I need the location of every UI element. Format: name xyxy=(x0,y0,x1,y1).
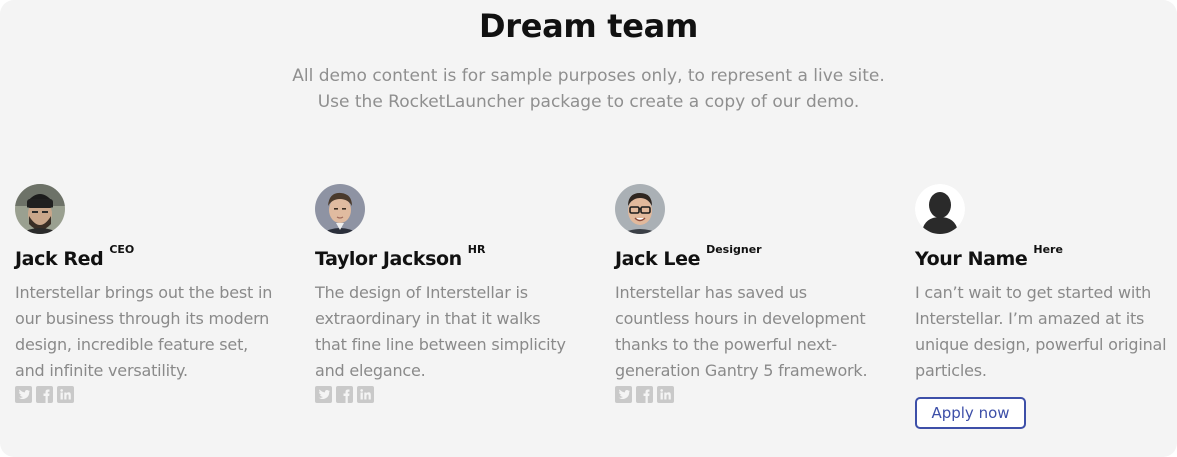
linkedin-icon[interactable] xyxy=(57,386,74,403)
avatar xyxy=(15,184,65,234)
section-subtitle: All demo content is for sample purposes … xyxy=(0,63,1177,115)
section-title: Dream team xyxy=(478,7,699,45)
subtitle-line-1: All demo content is for sample purposes … xyxy=(292,66,885,86)
facebook-icon[interactable] xyxy=(36,386,53,403)
social-links xyxy=(15,386,275,404)
subtitle-line-2: Use the RocketLauncher package to create… xyxy=(317,92,860,112)
member-description: Interstellar has saved us countless hour… xyxy=(615,283,868,380)
apply-now-button[interactable]: Apply now xyxy=(915,397,1026,429)
member-name: Your Name xyxy=(915,248,1028,270)
team-member-card: Jack Red CEO Interstellar brings out the … xyxy=(15,184,275,404)
team-member-card: Jack Lee Designer Interstellar has saved … xyxy=(615,184,875,404)
linkedin-icon[interactable] xyxy=(357,386,374,403)
member-role: Designer xyxy=(706,243,762,256)
team-member-card: Your Name Here I can’t wait to get starte… xyxy=(915,184,1175,429)
avatar xyxy=(915,184,965,234)
member-description: The design of Interstellar is extraordin… xyxy=(315,283,566,380)
member-role: HR xyxy=(467,243,486,256)
team-member-card: Taylor Jackson HR The design of Interstel… xyxy=(315,184,575,404)
facebook-icon[interactable] xyxy=(336,386,353,403)
twitter-icon[interactable] xyxy=(615,386,632,403)
team-section: Dream team All demo content is for sampl… xyxy=(0,0,1177,457)
member-role: Here xyxy=(1033,243,1063,256)
social-links xyxy=(315,386,575,404)
twitter-icon[interactable] xyxy=(315,386,332,403)
facebook-icon[interactable] xyxy=(636,386,653,403)
member-name: Jack Red xyxy=(15,248,104,270)
member-description: Interstellar brings out the best in our … xyxy=(15,283,273,380)
member-role: CEO xyxy=(109,243,135,256)
member-description: I can’t wait to get started with Interst… xyxy=(915,283,1167,380)
avatar xyxy=(315,184,365,234)
linkedin-icon[interactable] xyxy=(657,386,674,403)
member-name: Jack Lee xyxy=(615,248,701,270)
twitter-icon[interactable] xyxy=(15,386,32,403)
member-name: Taylor Jackson xyxy=(315,248,462,270)
avatar xyxy=(615,184,665,234)
social-links xyxy=(615,386,875,404)
